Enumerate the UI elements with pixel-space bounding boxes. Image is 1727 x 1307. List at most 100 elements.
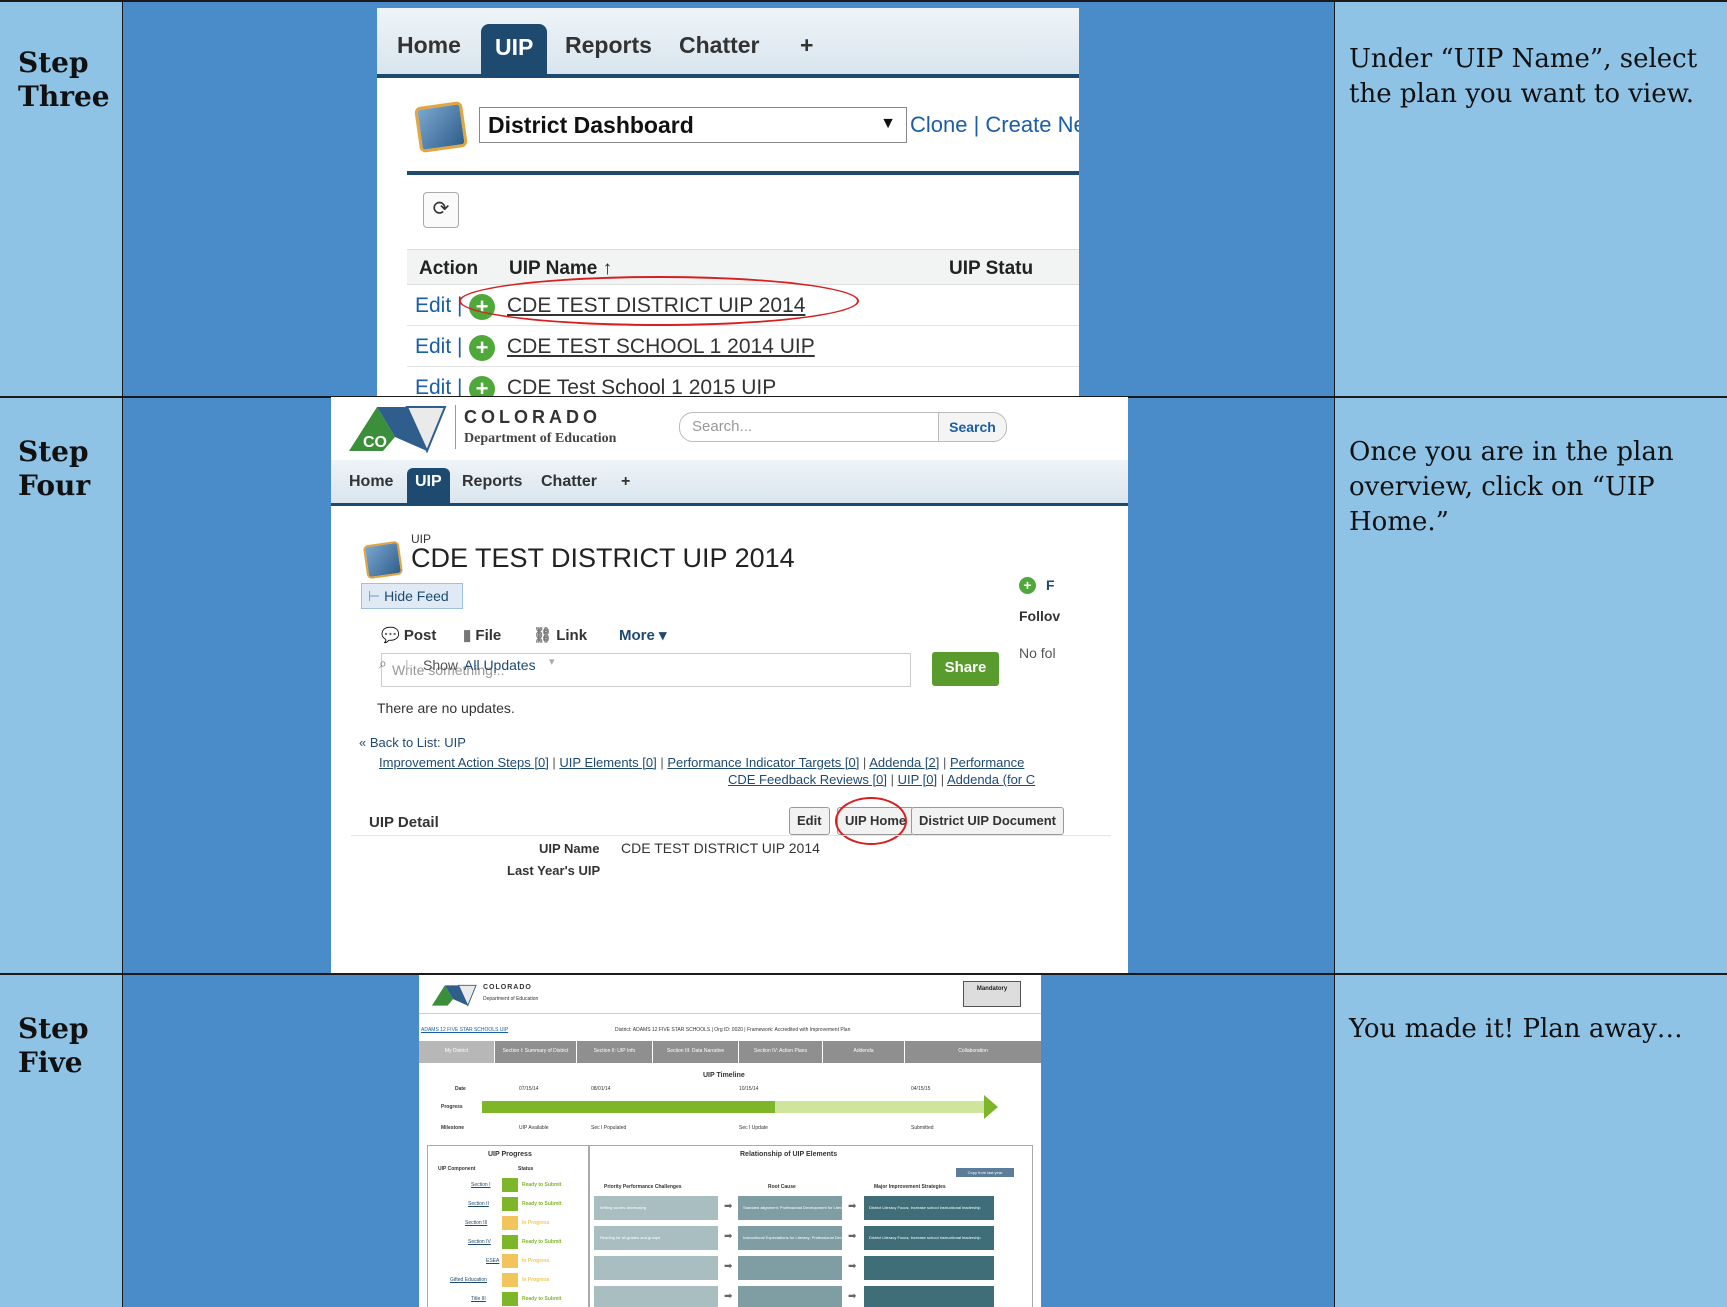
component-link[interactable]: Title III [471,1296,486,1302]
back-to-list-link[interactable]: « Back to List: UIP [359,735,466,750]
step-label-line: Five [18,1046,83,1079]
feed-search-icon[interactable]: ⌕ [379,655,387,672]
component-link[interactable]: Section IV [468,1239,491,1245]
component-link[interactable]: Section III [465,1220,487,1226]
column-status: Status [518,1166,534,1172]
tab-uip[interactable]: UIP [481,24,548,78]
hide-feed-button[interactable]: ⊢ Hide Feed [361,583,463,609]
related-list-link[interactable]: UIP Elements [0] [559,755,656,770]
separator: | [548,755,560,770]
tab-section-iii[interactable]: Section III: Data Narrative [653,1041,739,1063]
record-title: CDE TEST DISTRICT UIP 2014 [411,543,795,573]
breadcrumb[interactable]: ADAMS 12 FIVE STAR SCHOOLS UIP [421,1027,508,1033]
follow-icon[interactable]: + [1019,577,1036,594]
related-list-link[interactable]: Addenda (for C [947,772,1035,787]
uip-name-link[interactable]: CDE TEST SCHOOL 1 2014 UIP [507,335,815,359]
publisher-tab-link[interactable]: ⛓ Link [533,626,587,644]
tab-my-district[interactable]: My District [419,1041,495,1063]
challenge-box[interactable] [594,1286,718,1307]
challenge-box[interactable] [594,1256,718,1280]
show-label: Show [423,657,459,673]
separator: | [859,755,870,770]
search-input[interactable]: Search... [679,412,939,442]
edit-link[interactable]: Edit | [415,335,462,359]
component-link[interactable]: Section II [468,1201,489,1207]
list-divider [407,171,1079,175]
followers-heading: Follov [1019,608,1061,624]
copy-from-last-year-button[interactable]: Copy from last year [956,1168,1014,1177]
show-filter-select[interactable]: All Updates [464,657,536,673]
root-cause-box[interactable]: Instructional Expectations for Literacy;… [738,1226,879,1250]
status-label: In Progress [522,1277,550,1283]
related-list-link[interactable]: Improvement Action Steps [0] [379,755,549,770]
field-label: UIP Name [539,841,600,856]
view-select[interactable]: District Dashboard ▼ [479,107,907,143]
tab-home[interactable]: Home [397,32,461,59]
component-link[interactable]: Section I [471,1182,490,1188]
link-icon: ⛓ [533,627,557,644]
tab-reports[interactable]: Reports [565,32,652,59]
edit-link[interactable]: Edit | [415,376,462,396]
table-row: Edit | + CDE Test School 1 2015 UIP [407,367,1079,396]
search-button[interactable]: Search [938,412,1007,442]
step-cell: Step Three [0,0,123,397]
add-tab-icon[interactable]: + [800,32,813,59]
add-icon[interactable]: + [469,335,495,361]
uip-name-link[interactable]: CDE Test School 1 2015 UIP [507,376,776,396]
instruction-table: Step Three Under “UIP Name”, select the p… [0,0,1727,1307]
add-tab-icon[interactable]: + [621,473,630,491]
root-cause-box[interactable] [738,1256,842,1280]
related-list-link[interactable]: Addenda [2] [869,755,939,770]
related-list-link[interactable]: Performance Indicator Targets [0] [667,755,859,770]
strategy-box[interactable] [864,1286,994,1307]
post-input[interactable]: Write something... [381,653,911,687]
tab-addenda[interactable]: Addenda [823,1041,905,1063]
column-uip-status[interactable]: UIP Statu [949,258,1033,280]
tab-chatter[interactable]: Chatter [679,32,760,59]
district-uip-document-button[interactable]: District UIP Document [911,807,1065,835]
component-link[interactable]: Gifted Education [450,1277,487,1283]
separator: | [937,772,947,787]
status-label: Ready to Submit [522,1239,562,1245]
share-button[interactable]: Share [932,652,999,686]
header-divider [419,1013,1041,1014]
add-icon[interactable]: + [469,376,495,396]
challenge-box[interactable]: Reading for all grades and groups [594,1226,718,1250]
timeline-label-milestone: Milestone [441,1125,465,1131]
record-icon [362,540,404,580]
tab-collaboration[interactable]: Collaboration [905,1041,1041,1063]
refresh-icon[interactable]: ⟳ [423,192,459,228]
publisher-tab-post[interactable]: 💬 Post [381,626,436,644]
tab-reports[interactable]: Reports [462,473,522,491]
publisher-tab-file[interactable]: ▮ File [463,626,501,644]
feed-icon: ⊢ [368,588,381,604]
column-strategies: Major Improvement Strategies [874,1184,946,1190]
edit-link[interactable]: Edit | [415,294,462,318]
follow-link[interactable]: F [1046,577,1055,593]
challenge-box[interactable]: Writing scores decreasing [594,1196,718,1220]
tab-section-i[interactable]: Section I: Summary of District [495,1041,577,1063]
related-list-link[interactable]: Performance [950,755,1024,770]
column-challenges: Priority Performance Challenges [604,1184,682,1190]
tab-section-iv[interactable]: Section IV: Action Plans [739,1041,823,1063]
stamp-text: Mandatory [976,986,1008,992]
tab-home[interactable]: Home [349,473,393,491]
tab-uip[interactable]: UIP [407,468,450,506]
chevron-down-icon: ▾ [549,656,555,668]
strategy-box[interactable]: District Literacy Focus; Increase school… [864,1196,994,1220]
arrow-right-icon: ➡ [724,1201,733,1212]
component-link[interactable]: ESEA [486,1258,499,1264]
edit-button[interactable]: Edit [789,807,830,835]
root-cause-box[interactable]: Standard alignment; Professional Develop… [738,1196,848,1220]
root-cause-box[interactable] [738,1286,842,1307]
publisher-tab-more[interactable]: More ▾ [619,626,667,644]
strategy-box[interactable] [864,1256,994,1280]
tab-section-ii[interactable]: Section II: UIP Info [577,1041,653,1063]
related-list-link[interactable]: UIP [0] [898,772,938,787]
progress-bar [482,1101,987,1113]
view-links[interactable]: Clone | Create Ne [910,112,1079,138]
strategy-box[interactable]: District Literacy Focus; Increase school… [864,1226,994,1250]
status-chip [502,1178,518,1192]
tab-chatter[interactable]: Chatter [541,473,597,491]
related-list-link[interactable]: CDE Feedback Reviews [0] [728,772,887,787]
